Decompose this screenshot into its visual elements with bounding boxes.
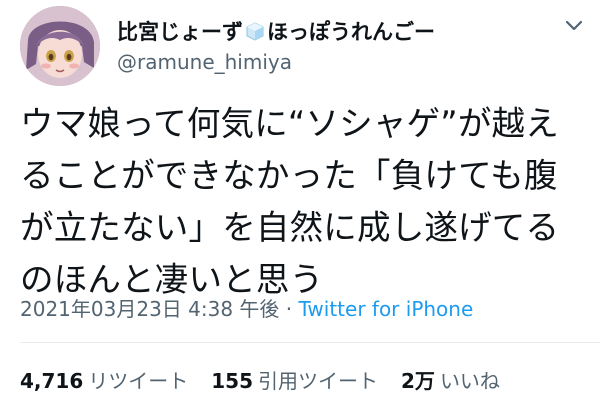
retweets-label: リツイート	[88, 369, 189, 393]
source-link[interactable]: Twitter for iPhone	[299, 297, 474, 321]
timestamp[interactable]: 2021年03月23日 4:38 午後	[20, 297, 279, 321]
quotes-count: 155	[211, 369, 254, 393]
tweet-text: ウマ娘って何気に“ソシャゲ”が越えることができなかった「負けても腹が立たない」を…	[20, 104, 560, 299]
tweet-stats: 4,716 リツイート 155 引用ツイート 2万 いいね	[20, 365, 523, 394]
divider	[20, 342, 600, 343]
likes-label: いいね	[439, 369, 500, 393]
retweets-stat[interactable]: 4,716 リツイート	[20, 365, 188, 394]
likes-count: 2万	[401, 369, 435, 393]
display-name-part1[interactable]: 比宮じょーず	[117, 16, 243, 46]
user-handle[interactable]: @ramune_himiya	[117, 50, 292, 74]
avatar[interactable]	[20, 6, 100, 86]
tweet-header: 比宮じょーず ほっぽうれんごー @ramune_himiya	[20, 6, 585, 86]
retweets-count: 4,716	[20, 369, 84, 393]
meta-separator: ·	[279, 297, 299, 321]
avatar-illustration	[20, 6, 100, 86]
likes-stat[interactable]: 2万 いいね	[401, 365, 500, 394]
quotes-label: 引用ツイート	[258, 369, 379, 393]
display-name-part2[interactable]: ほっぽうれんごー	[267, 16, 435, 46]
tweet-meta: 2021年03月23日 4:38 午後 · Twitter for iPhone	[20, 293, 473, 322]
ice-cube-icon	[246, 22, 264, 41]
chevron-down-icon[interactable]	[563, 14, 585, 36]
quotes-stat[interactable]: 155 引用ツイート	[211, 365, 378, 394]
display-name-row[interactable]: 比宮じょーず ほっぽうれんごー	[117, 16, 435, 46]
